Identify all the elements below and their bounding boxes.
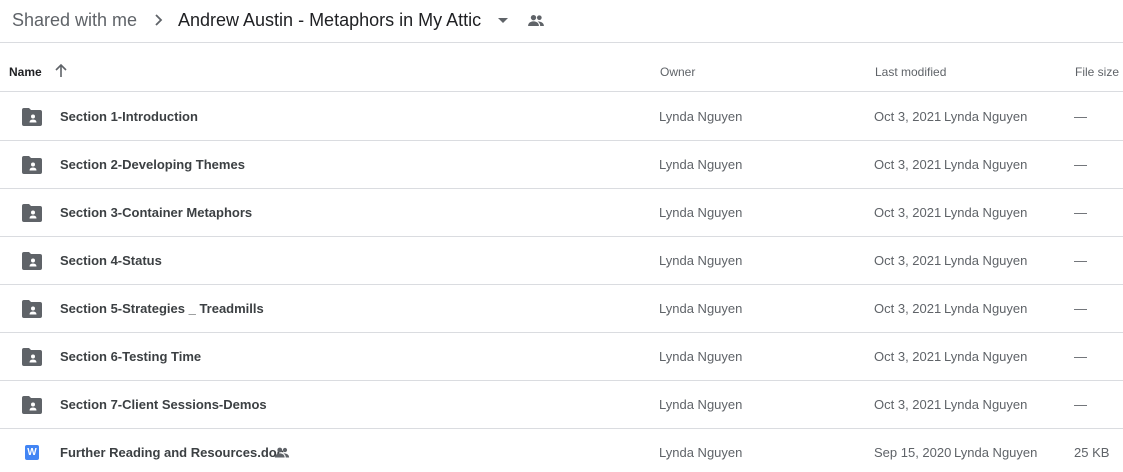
file-modified-date: Oct 3, 2021	[874, 109, 942, 124]
word-doc-icon: W	[25, 445, 39, 460]
column-header-row: Name Owner Last modified File size	[0, 43, 1123, 92]
file-name[interactable]: Section 2-Developing Themes	[60, 157, 245, 172]
file-size: —	[1074, 205, 1087, 220]
shared-folder-icon	[22, 204, 42, 222]
file-modified-by: Lynda Nguyen	[944, 253, 1028, 268]
file-row[interactable]: Section 4-Status Lynda Nguyen Oct 3, 202…	[0, 237, 1123, 285]
people-icon	[274, 447, 290, 458]
file-size: —	[1074, 253, 1087, 268]
file-name[interactable]: Section 3-Container Metaphors	[60, 205, 252, 220]
file-name[interactable]: Section 5-Strategies _ Treadmills	[60, 301, 264, 316]
file-modified-by: Lynda Nguyen	[944, 301, 1028, 316]
file-name[interactable]: Further Reading and Resources.doc	[60, 445, 284, 460]
file-modified-by: Lynda Nguyen	[954, 445, 1038, 460]
file-size: —	[1074, 349, 1087, 364]
file-modified-by: Lynda Nguyen	[944, 109, 1028, 124]
shared-folder-icon	[22, 348, 42, 366]
file-row[interactable]: Section 5-Strategies _ Treadmills Lynda …	[0, 285, 1123, 333]
shared-folder-icon	[22, 156, 42, 174]
file-row[interactable]: Section 7-Client Sessions-Demos Lynda Ng…	[0, 381, 1123, 429]
file-name[interactable]: Section 6-Testing Time	[60, 349, 201, 364]
file-modified-date: Sep 15, 2020	[874, 445, 952, 460]
file-modified-date: Oct 3, 2021	[874, 349, 942, 364]
people-icon[interactable]	[526, 11, 546, 31]
file-modified-date: Oct 3, 2021	[874, 253, 942, 268]
file-owner: Lynda Nguyen	[659, 301, 743, 316]
file-list: Section 1-Introduction Lynda Nguyen Oct …	[0, 93, 1123, 472]
column-header-file-size[interactable]: File size	[1075, 65, 1119, 79]
file-row[interactable]: Section 6-Testing Time Lynda Nguyen Oct …	[0, 333, 1123, 381]
file-size: —	[1074, 301, 1087, 316]
drive-file-browser: Shared with me Andrew Austin - Metaphors…	[0, 0, 1123, 472]
file-owner: Lynda Nguyen	[659, 349, 743, 364]
shared-folder-icon	[22, 396, 42, 414]
file-size: —	[1074, 397, 1087, 412]
file-modified-by: Lynda Nguyen	[944, 157, 1028, 172]
file-modified-date: Oct 3, 2021	[874, 157, 942, 172]
file-row[interactable]: Section 3-Container Metaphors Lynda Nguy…	[0, 189, 1123, 237]
file-owner: Lynda Nguyen	[659, 109, 743, 124]
file-modified-date: Oct 3, 2021	[874, 205, 942, 220]
arrow-up-icon[interactable]	[52, 62, 70, 80]
column-header-last-modified[interactable]: Last modified	[875, 65, 946, 79]
breadcrumb: Shared with me Andrew Austin - Metaphors…	[0, 0, 1123, 43]
file-owner: Lynda Nguyen	[659, 157, 743, 172]
file-row[interactable]: W Further Reading and Resources.doc Lynd…	[0, 429, 1123, 472]
chevron-right-icon	[155, 14, 163, 26]
file-name[interactable]: Section 7-Client Sessions-Demos	[60, 397, 267, 412]
file-size: —	[1074, 157, 1087, 172]
shared-folder-icon	[22, 300, 42, 318]
file-modified-by: Lynda Nguyen	[944, 349, 1028, 364]
file-modified-by: Lynda Nguyen	[944, 205, 1028, 220]
caret-down-icon[interactable]	[495, 12, 511, 28]
file-row[interactable]: Section 2-Developing Themes Lynda Nguyen…	[0, 141, 1123, 189]
breadcrumb-current-folder[interactable]: Andrew Austin - Metaphors in My Attic	[178, 8, 481, 32]
file-size: 25 KB	[1074, 445, 1110, 460]
file-name[interactable]: Section 4-Status	[60, 253, 162, 268]
file-modified-by: Lynda Nguyen	[944, 397, 1028, 412]
file-name[interactable]: Section 1-Introduction	[60, 109, 198, 124]
file-owner: Lynda Nguyen	[659, 205, 743, 220]
shared-folder-icon	[22, 252, 42, 270]
column-header-owner: Owner	[660, 65, 696, 79]
file-owner: Lynda Nguyen	[659, 397, 743, 412]
file-modified-date: Oct 3, 2021	[874, 397, 942, 412]
file-owner: Lynda Nguyen	[659, 445, 743, 460]
file-modified-date: Oct 3, 2021	[874, 301, 942, 316]
file-row[interactable]: Section 1-Introduction Lynda Nguyen Oct …	[0, 93, 1123, 141]
breadcrumb-shared-with-me[interactable]: Shared with me	[12, 8, 137, 32]
column-header-name[interactable]: Name	[9, 65, 42, 79]
shared-folder-icon	[22, 108, 42, 126]
file-size: —	[1074, 109, 1087, 124]
file-owner: Lynda Nguyen	[659, 253, 743, 268]
